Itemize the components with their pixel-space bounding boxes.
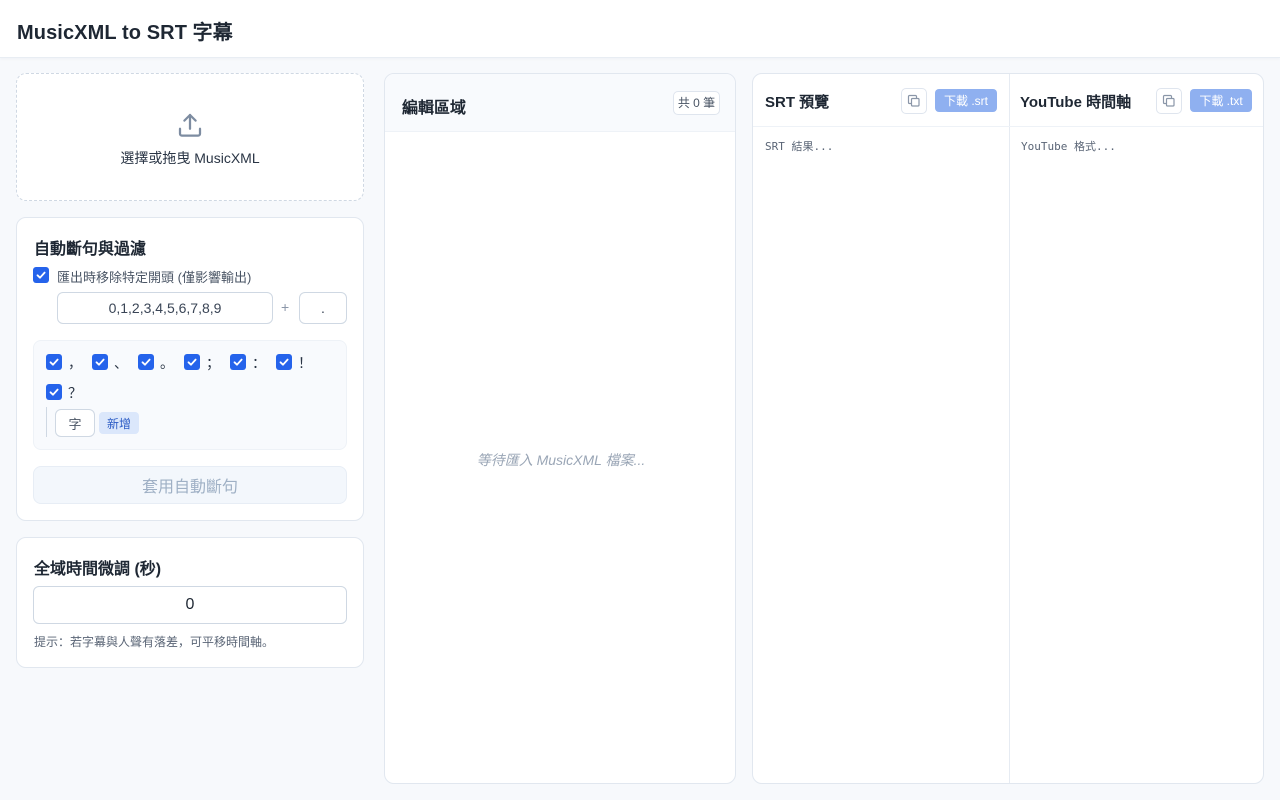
- strip-prefix-label: 匯出時移除特定開頭 (僅影響輸出): [57, 270, 252, 285]
- youtube-pane-title: YouTube 時間軸: [1020, 94, 1132, 111]
- editor-panel: 編輯區域 共 0 筆 等待匯入 MusicXML 檔案...: [384, 73, 736, 784]
- top-bar: MusicXML to SRT 字幕: [0, 0, 1280, 58]
- app-title: MusicXML to SRT 字幕: [17, 22, 233, 44]
- checkmark-icon: [95, 358, 105, 366]
- strip-extra-input[interactable]: [299, 292, 347, 324]
- punct-checkbox-question[interactable]: [46, 384, 62, 400]
- editor-empty-message: 等待匯入 MusicXML 檔案...: [476, 452, 646, 468]
- upload-label: 選擇或拖曳 MusicXML: [120, 150, 260, 166]
- time-offset-input[interactable]: [33, 586, 347, 624]
- plus-sign: +: [281, 299, 290, 315]
- add-char-button[interactable]: 新增: [99, 412, 139, 434]
- punct-checkbox-exclamation[interactable]: [276, 354, 292, 370]
- editor-header: 編輯區域 共 0 筆: [385, 74, 735, 132]
- punct-checkbox-colon[interactable]: [230, 354, 246, 370]
- punct-char-period: 。: [160, 355, 174, 371]
- srt-output[interactable]: SRT 結果...: [765, 138, 833, 154]
- srt-pane-title: SRT 預覽: [765, 94, 830, 111]
- youtube-download-button[interactable]: 下載 .txt: [1190, 89, 1252, 112]
- pane-header-line: [753, 126, 1263, 127]
- checkmark-icon: [36, 271, 46, 279]
- punct-checkbox-period[interactable]: [138, 354, 154, 370]
- youtube-copy-button[interactable]: [1156, 88, 1182, 114]
- checkmark-icon: [141, 358, 151, 366]
- apply-auto-split-button[interactable]: 套用自動斷句: [33, 466, 347, 504]
- strip-chars-input[interactable]: [57, 292, 273, 324]
- checkmark-icon: [187, 358, 197, 366]
- strip-prefix-checkbox[interactable]: [33, 267, 49, 283]
- auto-split-title: 自動斷句與過濾: [34, 241, 147, 258]
- editor-title: 編輯區域: [402, 100, 467, 117]
- custom-char-input[interactable]: [55, 409, 95, 437]
- youtube-output[interactable]: YouTube 格式...: [1021, 138, 1116, 154]
- copy-icon: [907, 94, 920, 107]
- time-offset-hint: 提示：若字幕與人聲有落差，可平移時間軸。: [34, 635, 275, 649]
- copy-icon: [1162, 94, 1175, 107]
- custom-char-divider: [46, 407, 47, 437]
- srt-copy-button[interactable]: [901, 88, 927, 114]
- punct-checkbox-semicolon[interactable]: [184, 354, 200, 370]
- time-offset-title: 全域時間微調 (秒): [34, 561, 162, 578]
- pane-divider: [1009, 74, 1010, 783]
- srt-download-button[interactable]: 下載 .srt: [935, 89, 997, 112]
- punct-char-question: ？: [68, 385, 82, 401]
- punct-checkbox-enum-comma[interactable]: [92, 354, 108, 370]
- punct-char-colon: ：: [252, 355, 266, 371]
- preview-panel: SRT 預覽 下載 .srt SRT 結果... YouTube 時間軸 下載 …: [752, 73, 1264, 784]
- punct-char-semicolon: ；: [206, 355, 220, 371]
- count-badge: 共 0 筆: [673, 91, 720, 115]
- punct-char-exclamation: ！: [298, 355, 312, 371]
- punct-char-comma: ，: [68, 355, 82, 371]
- checkmark-icon: [49, 358, 59, 366]
- checkmark-icon: [233, 358, 243, 366]
- punct-checkbox-comma[interactable]: [46, 354, 62, 370]
- punct-char-enum-comma: 、: [114, 355, 128, 371]
- checkmark-icon: [279, 358, 289, 366]
- upload-icon: [178, 113, 202, 137]
- checkmark-icon: [49, 388, 59, 396]
